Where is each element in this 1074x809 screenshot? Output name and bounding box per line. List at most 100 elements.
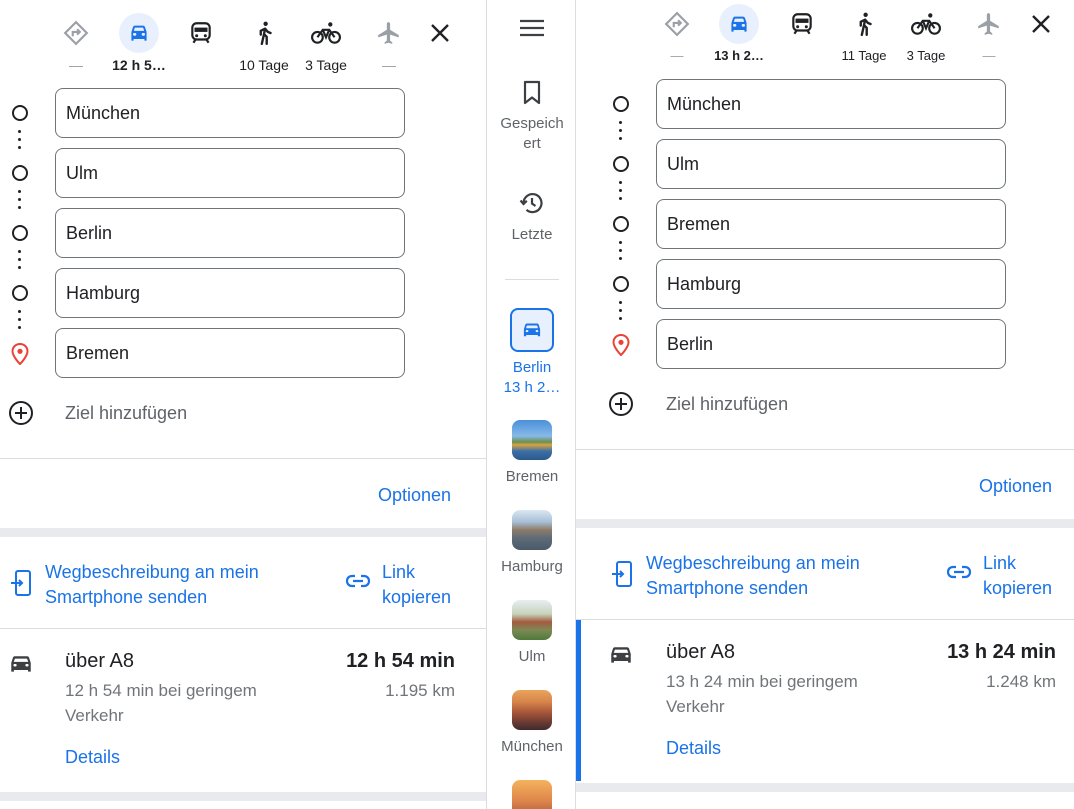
mode-label: 13 h 2… — [714, 48, 764, 63]
route-dots — [18, 310, 22, 334]
section-separator — [0, 792, 486, 801]
waypoint-circle-icon — [613, 276, 629, 292]
waypoint-circle-icon — [613, 156, 629, 172]
stop-input-3[interactable]: Bremen — [656, 199, 1006, 249]
route-card[interactable]: über A8 13 h 24 min 13 h 24 min bei geri… — [576, 620, 1074, 781]
destination-pin-icon — [612, 334, 630, 356]
close-directions-button[interactable] — [424, 17, 456, 49]
airplane-icon — [369, 13, 409, 53]
mode-label: 12 h 5… — [112, 57, 166, 73]
route-duration: 13 h 24 min — [947, 641, 1056, 663]
car-icon — [611, 647, 631, 663]
stop-input-2[interactable]: Ulm — [55, 148, 405, 198]
stop-input-4[interactable]: Hamburg — [55, 268, 405, 318]
mode-label: — — [982, 48, 996, 63]
stop-input-2[interactable]: Ulm — [656, 139, 1006, 189]
stop-input-1[interactable]: München — [656, 79, 1006, 129]
recent-place-bremen[interactable]: Bremen — [487, 420, 575, 485]
mode-flight[interactable]: — — [357, 13, 421, 73]
send-to-phone-line2: Smartphone senden — [45, 587, 208, 607]
stop-input-1[interactable]: München — [55, 88, 405, 138]
copy-link-button[interactable]: Link kopieren — [983, 551, 1052, 601]
history-icon — [519, 193, 543, 214]
bookmark-icon — [523, 80, 541, 105]
place-thumbnail — [512, 510, 552, 550]
route-via: über A8 — [666, 641, 735, 663]
route-via: über A8 — [65, 650, 134, 672]
send-to-phone-link[interactable]: Wegbeschreibung an mein Smartphone sende… — [45, 560, 259, 610]
traffic-line2: Verkehr — [666, 697, 725, 716]
traffic-line1: 12 h 54 min bei geringem — [65, 681, 257, 700]
send-to-phone-link[interactable]: Wegbeschreibung an mein Smartphone sende… — [646, 551, 860, 601]
train-icon — [782, 4, 822, 44]
place-label: München — [501, 738, 563, 755]
route-traffic-info: 13 h 24 min bei geringem Verkehr — [666, 669, 858, 719]
link-icon — [345, 574, 371, 588]
copy-link-line2: kopieren — [382, 587, 452, 607]
recent-place-muenchen[interactable]: München — [487, 690, 575, 755]
recent-button[interactable]: Letzte — [487, 190, 575, 243]
mode-transit[interactable] — [169, 13, 233, 57]
walking-person-icon — [844, 4, 884, 44]
divider — [576, 449, 1074, 450]
route-distance: 1.248 km — [986, 672, 1056, 691]
mode-car[interactable]: 13 h 2… — [707, 4, 771, 63]
details-link[interactable]: Details — [65, 747, 120, 768]
send-to-phone-icon — [11, 570, 31, 596]
send-to-phone-line2: Smartphone senden — [646, 578, 809, 598]
mode-flight[interactable]: — — [957, 4, 1021, 63]
close-icon — [431, 24, 449, 42]
mode-bike[interactable]: 3 Tage — [894, 4, 958, 63]
close-icon — [1032, 15, 1050, 33]
recent-place-ulm[interactable]: Ulm — [487, 600, 575, 665]
waypoint-circle-icon — [613, 216, 629, 232]
add-destination-button[interactable]: Ziel hinzufügen — [608, 391, 788, 417]
recent-place-hamburg[interactable]: Hamburg — [487, 510, 575, 575]
active-trip-duration: 13 h 2… — [503, 379, 561, 396]
car-icon — [510, 308, 554, 352]
add-destination-label: Ziel hinzufügen — [65, 402, 188, 423]
mode-label: — — [382, 57, 396, 73]
close-directions-button[interactable] — [1025, 8, 1057, 40]
hamburger-menu-icon[interactable] — [519, 18, 545, 43]
bicycle-icon — [306, 13, 346, 53]
walking-person-icon — [244, 13, 284, 53]
mode-best-route[interactable]: — — [44, 13, 108, 73]
mode-walk[interactable]: 10 Tage — [232, 13, 296, 73]
saved-label-1: Gespeich — [500, 115, 564, 132]
destination-pin-icon — [11, 343, 29, 365]
saved-label-2: ert — [523, 135, 541, 152]
place-label: Bremen — [505, 468, 559, 485]
add-circle-icon — [9, 401, 33, 425]
train-icon — [181, 13, 221, 53]
waypoint-circle-icon — [12, 165, 28, 181]
waypoint-circle-icon — [12, 285, 28, 301]
mode-transit[interactable] — [770, 4, 834, 48]
waypoint-circle-icon — [12, 225, 28, 241]
details-link[interactable]: Details — [666, 738, 721, 759]
mode-label: — — [670, 48, 684, 63]
stop-input-5[interactable]: Bremen — [55, 328, 405, 378]
route-distance: 1.195 km — [385, 681, 455, 700]
stop-input-4[interactable]: Hamburg — [656, 259, 1006, 309]
mode-bike[interactable]: 3 Tage — [294, 13, 358, 73]
mode-label: 3 Tage — [906, 48, 946, 63]
mode-walk[interactable]: 11 Tage — [832, 4, 896, 63]
route-card[interactable]: über A8 12 h 54 min 12 h 54 min bei geri… — [0, 629, 486, 789]
stop-input-5[interactable]: Berlin — [656, 319, 1006, 369]
options-link[interactable]: Optionen — [378, 485, 451, 506]
recent-place-more[interactable] — [487, 780, 575, 809]
active-trip-berlin[interactable]: Berlin 13 h 2… — [487, 308, 575, 398]
saved-button[interactable]: Gespeich ert — [487, 80, 575, 154]
place-thumbnail — [512, 600, 552, 640]
copy-link-button[interactable]: Link kopieren — [382, 560, 451, 610]
place-thumbnail — [512, 420, 552, 460]
add-destination-button[interactable]: Ziel hinzufügen — [8, 400, 187, 426]
copy-link-line2: kopieren — [983, 578, 1053, 598]
copy-link-line1: Link — [382, 562, 416, 582]
mode-car[interactable]: 12 h 5… — [107, 13, 171, 73]
options-link[interactable]: Optionen — [979, 476, 1052, 497]
route-dots — [619, 181, 623, 205]
mode-best-route[interactable]: — — [645, 4, 709, 63]
stop-input-3[interactable]: Berlin — [55, 208, 405, 258]
